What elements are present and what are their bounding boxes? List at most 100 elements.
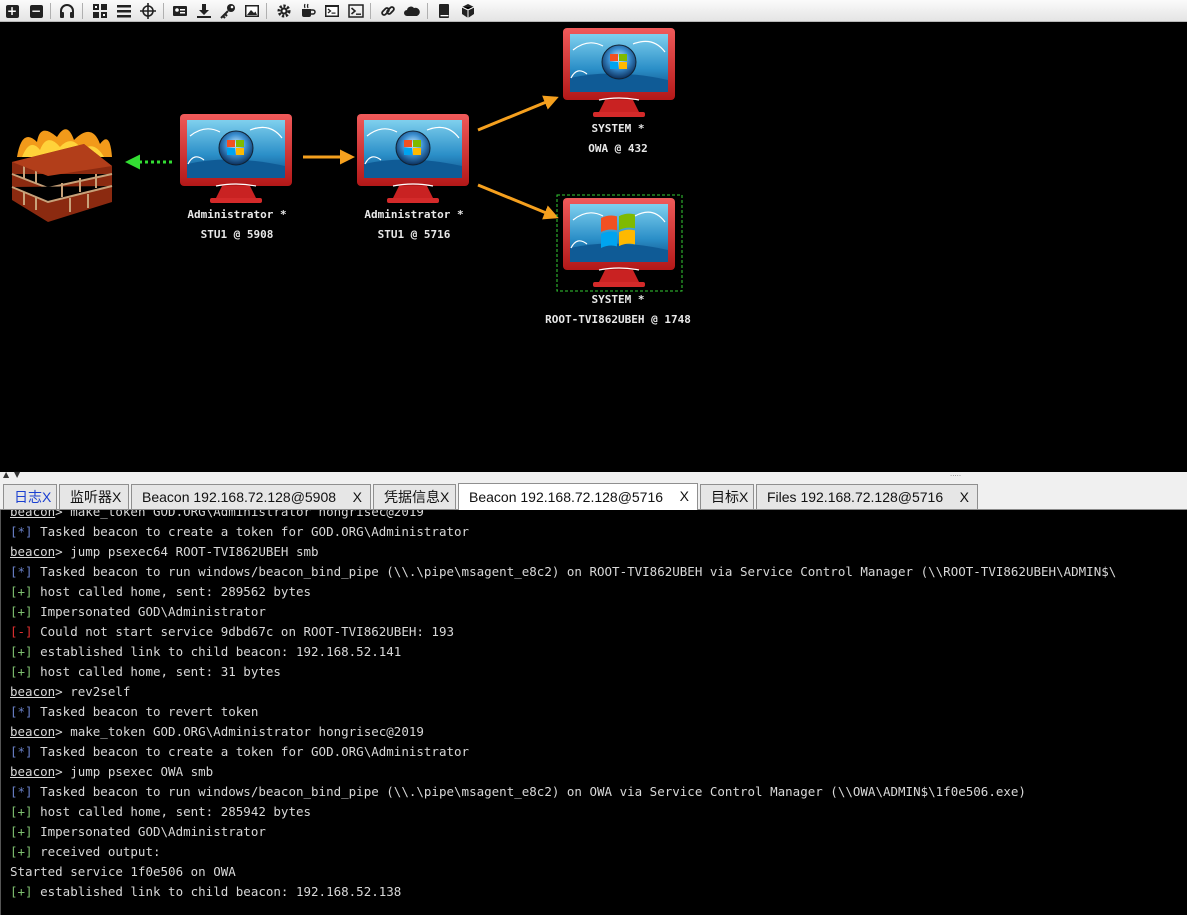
toolbar: + − — [0, 0, 1187, 22]
tab-files-5716[interactable]: Files 192.168.72.128@5716 X — [756, 484, 978, 509]
toolbar-separator — [163, 3, 164, 19]
console-text: established link to child beacon: 192.16… — [32, 644, 402, 659]
beacon-node-stu1-5716[interactable] — [357, 114, 469, 203]
console-line: [*] Tasked beacon to run windows/beacon_… — [10, 782, 1026, 802]
tab-beacon-5908[interactable]: Beacon 192.168.72.128@5908 X — [131, 484, 371, 509]
console-line: beacon> jump psexec OWA smb — [10, 762, 213, 782]
tab-listeners[interactable]: 监听器 X — [59, 484, 129, 509]
tab-close-button[interactable]: X — [112, 489, 121, 505]
console-text: > make_token GOD.ORG\Administrator hongr… — [55, 724, 424, 739]
node-host-label: ROOT-TVI862UBEH @ 1748 — [545, 313, 691, 326]
tab-label: 监听器 — [70, 489, 112, 505]
coffee-icon[interactable] — [299, 2, 317, 20]
toolbar-separator — [266, 3, 267, 19]
tab-label: Beacon 192.168.72.128@5908 — [142, 489, 337, 505]
collapse-up-icon[interactable]: ▲ — [3, 470, 9, 479]
toolbar-separator — [50, 3, 51, 19]
console-text: Tasked beacon to create a token for GOD.… — [32, 524, 470, 539]
terminal-icon[interactable] — [323, 2, 341, 20]
console-text: Impersonated GOD\Administrator — [32, 604, 266, 619]
node-user-label: SYSTEM * — [591, 122, 645, 135]
console-prompt: beacon — [10, 684, 56, 699]
tab-targets[interactable]: 目标 X — [700, 484, 754, 509]
console-prompt: beacon — [10, 764, 56, 779]
console-line: [*] Tasked beacon to create a token for … — [10, 742, 469, 762]
terminal-window-icon[interactable] — [347, 2, 365, 20]
console-text: > rev2self — [55, 684, 131, 699]
list-icon[interactable] — [115, 2, 133, 20]
tab-beacon-5716[interactable]: Beacon 192.168.72.128@5716 X — [458, 483, 698, 510]
console-line: beacon> rev2self — [10, 682, 130, 702]
tab-close-button[interactable]: X — [440, 489, 449, 505]
tab-close-button[interactable]: X — [739, 489, 748, 505]
card-icon[interactable] — [171, 2, 189, 20]
console-line: [+] host called home, sent: 285942 bytes — [10, 802, 311, 822]
console-prefix: [*] — [10, 704, 33, 719]
console-prefix: [+] — [10, 584, 33, 599]
image-icon[interactable] — [243, 2, 261, 20]
console-prefix: [*] — [10, 784, 33, 799]
book-icon[interactable] — [435, 2, 453, 20]
network-icon[interactable] — [91, 2, 109, 20]
graph-canvas — [11, 28, 683, 292]
grip-icon[interactable]: ····· — [950, 472, 961, 480]
link-icon[interactable] — [379, 2, 397, 20]
tab-close-button[interactable]: X — [353, 489, 362, 505]
console-prefix: [+] — [10, 884, 33, 899]
beacon-node-root-1748[interactable] — [563, 198, 675, 287]
console-text: Tasked beacon to revert token — [32, 704, 259, 719]
console-text: established link to child beacon: 192.16… — [32, 884, 402, 899]
node-host-label: STU1 @ 5716 — [377, 228, 451, 241]
console-text: host called home, sent: 285942 bytes — [32, 804, 312, 819]
console-text: Tasked beacon to run windows/beacon_bind… — [32, 564, 1117, 579]
crosshair-icon[interactable] — [139, 2, 157, 20]
link-arrow-5716-root — [477, 183, 559, 220]
key-icon[interactable] — [219, 2, 237, 20]
beacon-node-owa-432[interactable] — [563, 28, 675, 117]
console-text: host called home, sent: 31 bytes — [32, 664, 281, 679]
tab-close-button[interactable]: X — [42, 489, 51, 505]
console-prompt: beacon — [10, 544, 56, 559]
console-line: Started service 1f0e506 on OWA — [10, 862, 236, 882]
console-line: beacon> make_token GOD.ORG\Administrator… — [10, 510, 424, 522]
tab-close-button[interactable]: X — [680, 488, 689, 504]
console-text: Started service 1f0e506 on OWA — [10, 864, 236, 879]
console-line: [+] host called home, sent: 31 bytes — [10, 662, 281, 682]
toolbar-separator — [427, 3, 428, 19]
console-line: [+] established link to child beacon: 19… — [10, 882, 401, 902]
cloud-icon[interactable] — [403, 2, 421, 20]
collapse-down-icon[interactable]: ▼ — [14, 470, 20, 479]
console-line: [-] Could not start service 9dbd67c on R… — [10, 622, 454, 642]
split-pane-divider[interactable]: ▲ ▼ ····· — [0, 470, 1187, 482]
console-prefix: [*] — [10, 744, 33, 759]
console-prefix: [+] — [10, 604, 33, 619]
toolbar-separator — [370, 3, 371, 19]
console-text: Tasked beacon to run windows/beacon_bind… — [32, 784, 1026, 799]
gear-icon[interactable] — [275, 2, 293, 20]
tab-credentials[interactable]: 凭据信息 X — [373, 484, 456, 509]
console-prefix: [*] — [10, 564, 33, 579]
beacon-node-stu1-5908[interactable] — [180, 114, 292, 203]
console-text: > make_token GOD.ORG\Administrator hongr… — [55, 510, 424, 519]
console-text: host called home, sent: 289562 bytes — [32, 584, 312, 599]
download-icon[interactable] — [195, 2, 213, 20]
cube-icon[interactable] — [459, 2, 477, 20]
console-text: Could not start service 9dbd67c on ROOT-… — [32, 624, 455, 639]
tab-bar: 日志 X 监听器 X Beacon 192.168.72.128@5908 X … — [0, 482, 1187, 510]
headphones-icon[interactable] — [58, 2, 76, 20]
console-line: [+] Impersonated GOD\Administrator — [10, 602, 266, 622]
plus-icon[interactable]: + — [3, 2, 21, 20]
console-line: [*] Tasked beacon to run windows/beacon_… — [10, 562, 1116, 582]
minus-icon[interactable]: − — [27, 2, 45, 20]
console-line: [+] received output: — [10, 842, 161, 862]
tab-label: Beacon 192.168.72.128@5716 — [469, 489, 664, 505]
link-arrow-5716-owa — [477, 95, 559, 132]
node-host-label: OWA @ 432 — [588, 142, 648, 155]
console-line: [+] Impersonated GOD\Administrator — [10, 822, 266, 842]
tab-close-button[interactable]: X — [960, 489, 969, 505]
console-text: Tasked beacon to create a token for GOD.… — [32, 744, 470, 759]
console-prefix: [+] — [10, 844, 33, 859]
beacon-console[interactable]: beacon > make_token GOD.ORG\Administrator… — [0, 510, 1187, 915]
tab-log[interactable]: 日志 X — [3, 484, 57, 509]
console-prefix: [+] — [10, 824, 33, 839]
